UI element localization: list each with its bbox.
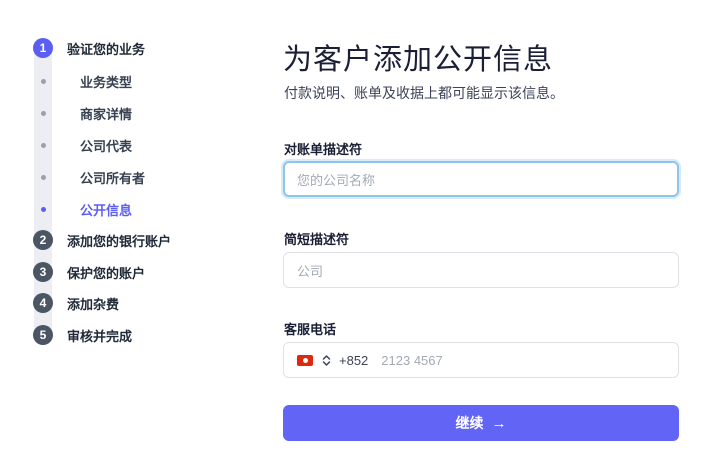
support-phone-input[interactable]: +852 2123 4567 [283, 342, 679, 378]
substep-label-active: 公开信息 [80, 203, 133, 218]
step-number-badge: 2 [33, 230, 53, 250]
substep-company-representative[interactable]: 公司代表 [32, 136, 132, 155]
step-label: 添加您的银行账户 [67, 233, 172, 249]
statement-descriptor-input[interactable]: 您的公司名称 [283, 161, 679, 197]
statement-descriptor-placeholder: 您的公司名称 [297, 172, 376, 188]
step-label: 审核并完成 [67, 328, 133, 344]
page-subtitle: 付款说明、账单及收据上都可能显示该信息。 [284, 85, 564, 101]
step-label: 添加杂费 [67, 296, 120, 312]
substep-business-type[interactable]: 业务类型 [32, 72, 132, 91]
short-descriptor-input[interactable]: 公司 [283, 252, 679, 288]
support-phone-label: 客服电话 [284, 322, 337, 337]
short-descriptor-placeholder: 公司 [297, 263, 324, 279]
continue-button-label: 继续 [455, 415, 484, 431]
substep-label: 业务类型 [80, 75, 133, 90]
step-label: 保护您的账户 [67, 265, 146, 281]
substep-label: 公司代表 [80, 139, 133, 154]
phone-placeholder: 2123 4567 [381, 352, 443, 368]
substep-company-owners[interactable]: 公司所有者 [32, 168, 145, 187]
step-label: 验证您的业务 [67, 41, 146, 57]
substep-public-info[interactable]: 公开信息 [32, 200, 132, 219]
substep-dot [40, 111, 46, 116]
substep-label: 公司所有者 [80, 171, 146, 186]
statement-descriptor-label: 对账单描述符 [284, 142, 363, 157]
substep-merchant-details[interactable]: 商家详情 [32, 104, 132, 123]
step-add-bank-account[interactable]: 2 添加您的银行账户 [32, 230, 171, 250]
short-descriptor-label: 简短描述符 [284, 232, 350, 247]
substep-dot [40, 79, 46, 84]
bauhinia-icon [302, 357, 308, 363]
step-secure-account[interactable]: 3 保护您的账户 [32, 262, 145, 282]
continue-button[interactable]: 继续 → [283, 405, 679, 441]
arrow-right-icon: → [491, 414, 507, 432]
step-number-badge: 3 [33, 262, 53, 282]
substep-dot [40, 175, 46, 180]
hong-kong-flag-icon[interactable] [297, 354, 313, 366]
step-number-badge: 1 [33, 38, 53, 58]
country-selector-chevron-icon[interactable] [321, 353, 331, 367]
substep-dot-active [40, 207, 46, 212]
step-number-badge: 4 [33, 293, 53, 313]
step-review-and-finish[interactable]: 5 审核并完成 [32, 325, 132, 345]
step-number-badge: 5 [33, 325, 53, 345]
substep-dot [40, 143, 46, 148]
country-dial-code: +852 [339, 352, 369, 368]
step-add-extras[interactable]: 4 添加杂费 [32, 293, 119, 313]
step-verify-business[interactable]: 1 验证您的业务 [32, 38, 145, 58]
substep-label: 商家详情 [80, 107, 133, 122]
page-title: 为客户添加公开信息 [283, 44, 554, 76]
